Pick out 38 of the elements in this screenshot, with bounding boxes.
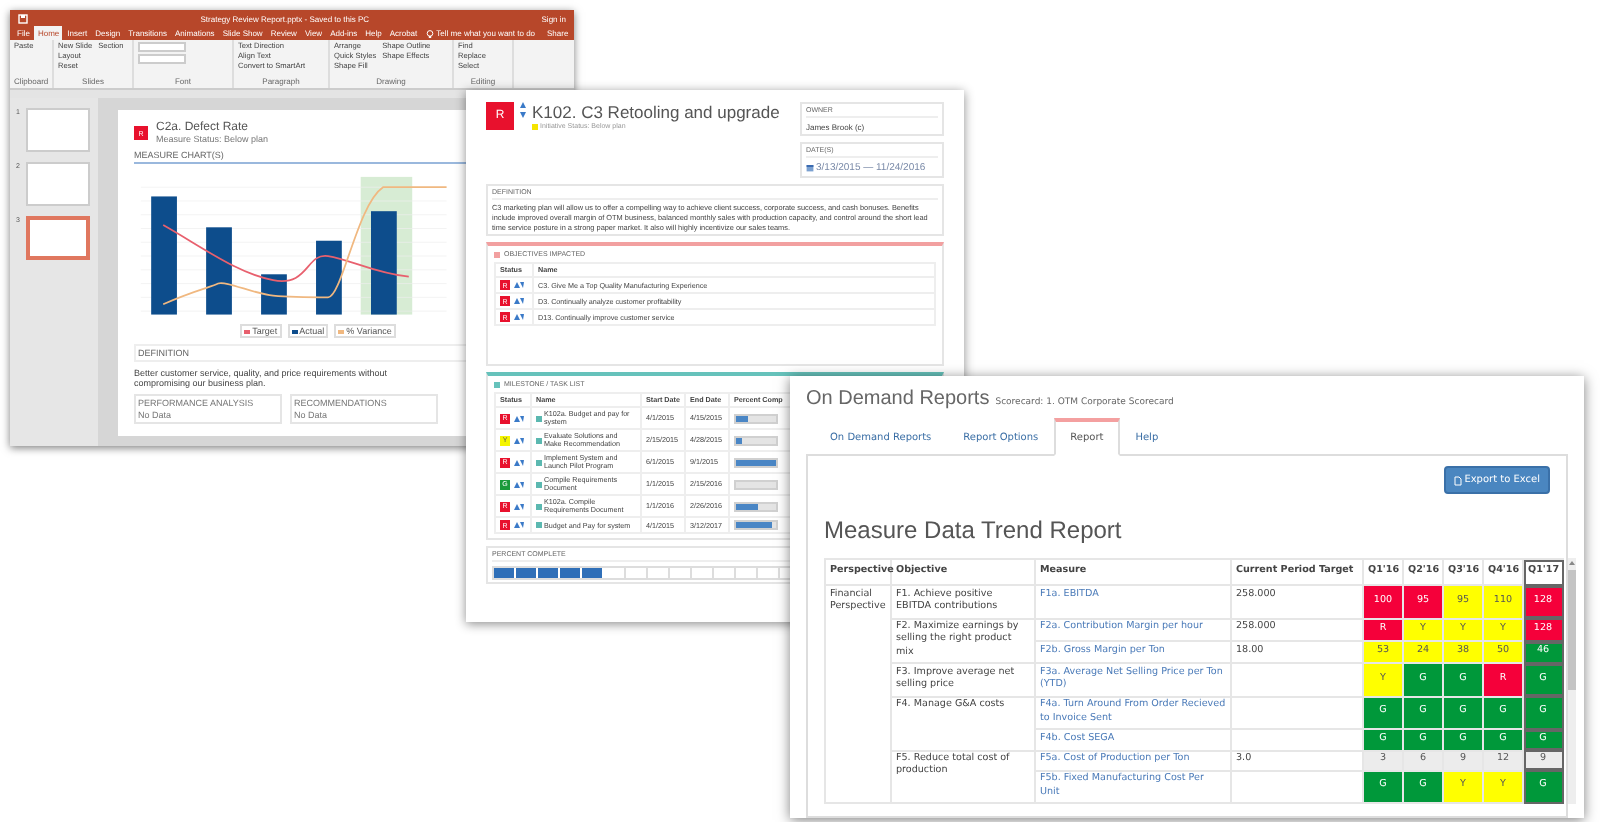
page-title: On Demand Reports — [806, 388, 990, 410]
save-icon[interactable] — [18, 13, 28, 23]
section-marker-icon — [494, 381, 500, 388]
sort-arrows-icon — [520, 102, 526, 118]
trend-arrows-icon — [512, 280, 524, 291]
slide-thumbnail[interactable] — [26, 216, 90, 260]
slide-thumbnail[interactable] — [26, 108, 90, 152]
section-marker-icon — [494, 251, 500, 258]
font-name-field[interactable] — [138, 42, 186, 52]
font-size-field[interactable] — [138, 54, 186, 64]
chart-bar — [206, 227, 232, 315]
initiative-title: K102. C3 Retooling and upgrade — [532, 102, 780, 122]
task-icon — [536, 437, 542, 444]
scrollbar-thumb[interactable] — [1568, 570, 1576, 690]
trend-arrows-icon — [512, 520, 524, 531]
calendar-icon — [806, 164, 814, 172]
scrollbar[interactable] — [1568, 558, 1576, 805]
trend-arrows-icon — [512, 479, 524, 490]
status-square-icon — [532, 123, 538, 129]
trend-arrows-icon — [512, 312, 524, 323]
slide-thumbnail[interactable] — [26, 162, 90, 206]
trend-arrows-icon — [512, 435, 524, 446]
task-icon — [536, 415, 542, 422]
report-heading: Measure Data Trend Report — [824, 516, 1124, 544]
task-icon — [536, 459, 542, 466]
document-icon — [1454, 475, 1463, 485]
task-icon — [536, 522, 542, 529]
trend-arrows-icon — [512, 413, 524, 424]
task-icon — [536, 481, 542, 488]
chart-bar — [371, 211, 397, 315]
chart-bar — [261, 274, 287, 315]
chart-bar — [316, 240, 342, 315]
scroll-up-icon[interactable] — [1568, 560, 1576, 566]
trend-arrows-icon — [512, 501, 524, 512]
chart-bar — [151, 196, 177, 315]
trend-arrows-icon — [512, 457, 524, 468]
trend-arrows-icon — [512, 296, 524, 307]
task-icon — [536, 503, 542, 510]
